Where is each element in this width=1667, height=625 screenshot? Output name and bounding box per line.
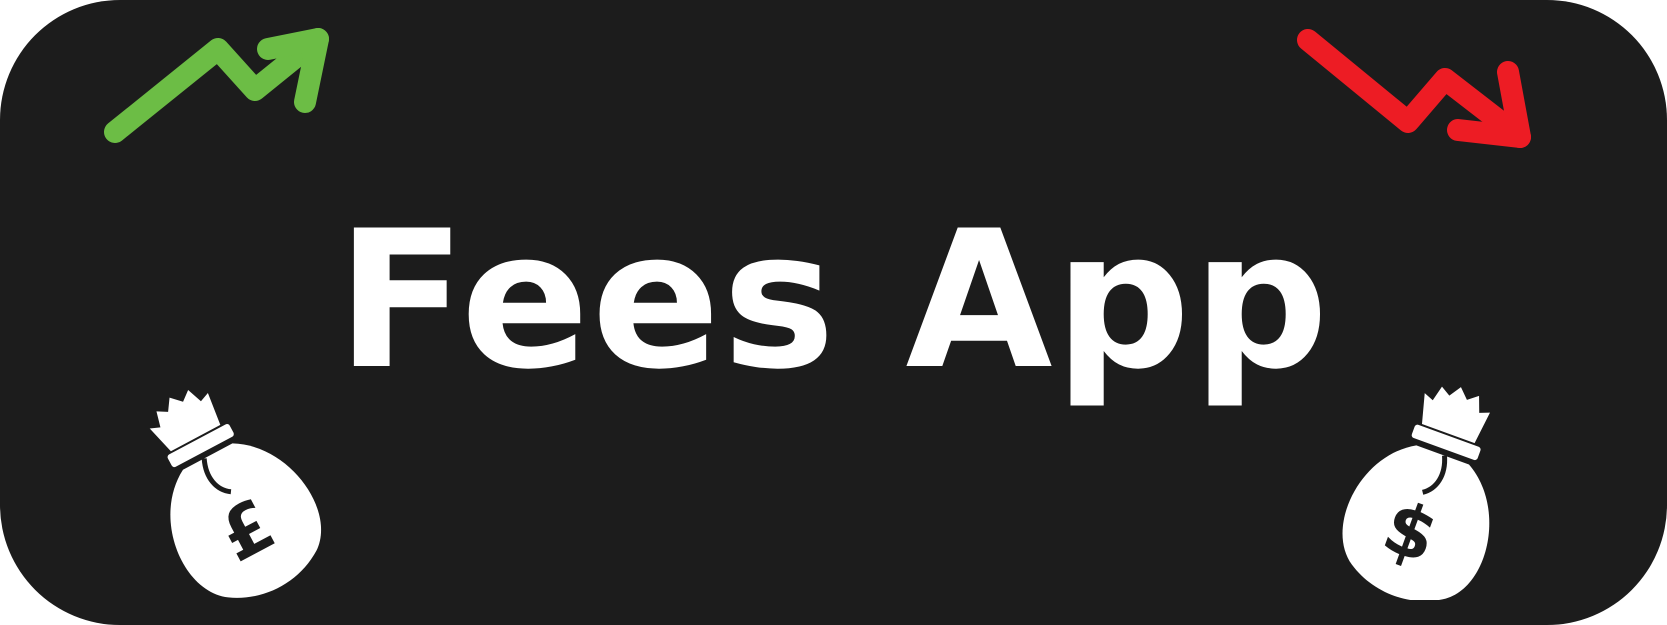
pound-money-bag-icon: £: [149, 389, 322, 598]
fees-app-banner: Fees App £ $: [0, 0, 1667, 625]
trend-down-arrow-icon: [1297, 29, 1531, 148]
trend-up-arrow-icon: [104, 28, 329, 143]
dollar-money-bag-icon: $: [1342, 386, 1490, 600]
